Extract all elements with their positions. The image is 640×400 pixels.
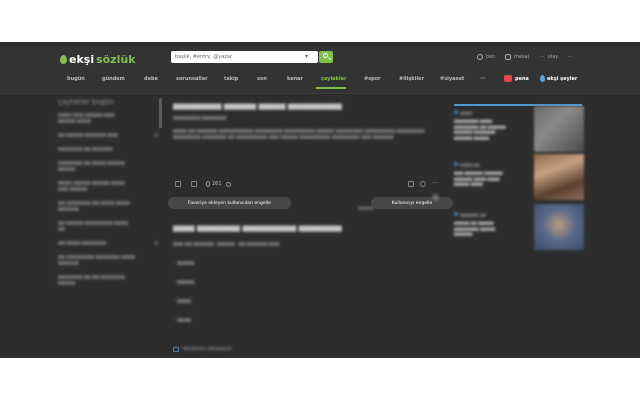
- user-menu-ben[interactable]: ben: [477, 54, 495, 60]
- user-menu-label: mesaj: [514, 54, 530, 60]
- promo-thumbnail[interactable]: [534, 154, 584, 200]
- pena-link[interactable]: pena: [504, 75, 529, 82]
- tab-sorunsallar[interactable]: sorunsallar: [176, 76, 208, 82]
- site-logo[interactable]: ekşi sözlük: [60, 53, 136, 66]
- entry-text: ▆▆▆▆ ▆▆ ▆▆▆▆▆▆ ▆▆▆▆▆▆▆▆▆▆ ▆▆▆▆▆▆▆▆ ▆▆▆▆▆…: [173, 128, 425, 141]
- favorite-button[interactable]: 261: [206, 181, 231, 187]
- pena-icon: [504, 75, 512, 82]
- sidebar-topic-list: çaylaklar bugün ▆▆▆▆ ▆▆▆ ▆▆▆▆▆ ▆▆▆ ▆▆▆▆▆ …: [58, 98, 158, 295]
- list-item[interactable]: ▆▆▆▆ ▆▆▆ ▆▆▆▆▆ ▆▆▆ ▆▆▆▆▆ ▆▆▆▆: [58, 113, 158, 125]
- avatar[interactable]: [432, 194, 439, 201]
- tab-more[interactable]: ···: [480, 76, 486, 82]
- more-options-icon[interactable]: ···: [432, 181, 438, 187]
- message-icon: [505, 54, 511, 60]
- chevron-down-icon[interactable]: ▾: [305, 53, 308, 60]
- list-item[interactable]: ▆▆ ▆▆▆▆▆▆▆ ▆▆ ▆▆▆▆ ▆▆▆▆ ▆▆▆▆▆▆: [58, 201, 158, 213]
- list-item[interactable]: ▆▆▆▆▆▆▆ ▆▆ ▆▆ ▆▆▆▆▆▆▆ ▆▆▆▆▆: [58, 275, 158, 287]
- tab-bugun[interactable]: bugün: [67, 76, 85, 82]
- search-button[interactable]: [319, 51, 333, 63]
- active-tab-underline: [316, 87, 346, 89]
- drop-outline-icon: [206, 181, 210, 187]
- list-item[interactable]: ▆▆ ▆▆▆▆ ▆▆▆▆▆▆▆ ▆: [58, 241, 158, 247]
- tab-iliskiler[interactable]: #ilişkiler: [399, 76, 424, 82]
- cancel-circle-icon: [225, 181, 231, 187]
- entry-text: • ▆▆▆▆▆: [173, 261, 195, 266]
- read-more-link[interactable]: devamını okuyayım: [173, 346, 232, 352]
- tab-gundem[interactable]: gündem: [102, 76, 125, 82]
- entry-topic-title[interactable]: ▆▆▆▆ ▆▆▆▆▆▆▆▆ ▆▆▆▆▆▆▆▆▆▆ ▆▆▆▆▆▆▆▆: [173, 224, 453, 232]
- more-dots-icon: ···: [568, 54, 573, 60]
- clock-icon[interactable]: [420, 181, 426, 187]
- search-box: ▾: [171, 51, 318, 63]
- entry-content: ▆▆▆▆▆▆▆▆▆ ▆▆▆▆▆▆ ▆▆▆▆▆ ▆▆▆▆▆▆▆▆▆▆ ▆▆▆▆▆▆…: [173, 102, 453, 148]
- list-item[interactable]: ▆▆▆▆▆▆▆ ▆▆ ▆▆▆▆ ▆▆▆▆▆ ▆▆▆▆▆: [58, 161, 158, 173]
- promo-item[interactable]: ▆▆▆▆ ▆▆ ▆▆▆ ▆▆▆▆▆▆ ▆▆▆▆▆▆ ▆▆▆▆▆▆ ▆▆▆▆ ▆▆▆…: [454, 162, 534, 187]
- eksiseyler-drop-icon: [540, 75, 545, 82]
- dots-icon: ···: [540, 54, 545, 60]
- promo-item[interactable]: ▆▆▆▆▆▆ ▆▆ ▆▆▆▆▆ ▆▆ ▆▆▆▆▆ ▆▆▆▆▆▆▆▆ ▆▆▆▆▆ ▆▆…: [454, 212, 534, 237]
- favorite-count: 261: [212, 181, 222, 187]
- entry-meta: ▆▆▆▆▆▆▆▆ ▆▆▆▆▆▆▆: [173, 116, 227, 121]
- promo-item[interactable]: ▆▆▆▆ ▆▆▆▆▆▆▆▆ ▆▆▆▆ ▆▆▆▆▆▆▆▆ ▆▆ ▆▆▆▆▆▆ ▆▆▆▆…: [454, 110, 534, 140]
- logo-text-right: sözlük: [96, 53, 136, 66]
- entry-content-2: ▆▆▆▆ ▆▆▆▆▆▆▆▆ ▆▆▆▆▆▆▆▆▆▆ ▆▆▆▆▆▆▆▆ ▆▆▆ ▆▆…: [173, 224, 453, 337]
- entry-topic-title[interactable]: ▆▆▆▆▆▆▆▆▆ ▆▆▆▆▆▆ ▆▆▆▆▆ ▆▆▆▆▆▆▆▆▆▆: [173, 102, 453, 110]
- list-item[interactable]: ▆▆ ▆▆▆▆▆ ▆▆▆▆▆▆ ▆▆▆ ▆: [58, 133, 158, 139]
- more-menu[interactable]: ···: [568, 54, 573, 60]
- read-more-label: devamını okuyayım: [183, 346, 232, 352]
- entry-text: ▆▆▆ ▆▆ ▆▆▆▆▆▆ "▆▆▆▆▆" ▆▆ ▆▆▆▆▆▆ ▆▆▆: [173, 242, 280, 247]
- sidebar-title: çaylaklar bugün: [58, 98, 115, 106]
- list-item[interactable]: ▆▆▆▆ ▆▆▆▆▆ ▆▆▆▆▆ ▆▆▆▆ ▆▆▆ ▆▆▆▆▆: [58, 181, 158, 193]
- list-item[interactable]: ▆▆ ▆▆▆▆▆ ▆▆▆▆▆▆▆▆ ▆▆▆▆ ▆▆: [58, 221, 158, 233]
- user-menu-olay[interactable]: ··· olay: [540, 54, 558, 60]
- tab-kenar[interactable]: kenar: [287, 76, 303, 82]
- tab-siyaset[interactable]: #siyaset: [440, 76, 464, 82]
- pena-label: pena: [515, 75, 529, 82]
- entry-toolbar: 261 ···: [173, 180, 443, 190]
- sidebar-scrollbar[interactable]: [159, 98, 162, 128]
- bookmark-icon[interactable]: [191, 181, 197, 187]
- user-menu-label: ben: [486, 54, 496, 60]
- logo-text-left: ekşi: [69, 53, 95, 66]
- block-favoriters-button[interactable]: Favoriye ekleyen kullanıcıları engelle: [168, 197, 291, 209]
- share-icon[interactable]: [175, 181, 181, 187]
- search-input[interactable]: [171, 51, 301, 63]
- expand-icon: [173, 346, 179, 352]
- user-menu-mesaj[interactable]: mesaj: [505, 54, 529, 60]
- eksiseyler-label: ekşi şeyler: [547, 75, 578, 82]
- browser-viewport: ekşisözlük ▾ ben mesaj ··· olay ··· bugü…: [0, 42, 640, 358]
- tab-debe[interactable]: debe: [144, 76, 158, 82]
- entry-text: • ▆▆▆▆: [173, 318, 191, 323]
- tab-takip[interactable]: takip: [224, 76, 238, 82]
- tab-spor[interactable]: #spor: [364, 76, 381, 82]
- site-header: ekşisözlük ▾ ben mesaj ··· olay ··· bugü…: [0, 46, 640, 94]
- eksiseyler-link[interactable]: ekşi şeyler: [540, 75, 577, 82]
- search-icon: [323, 53, 328, 58]
- user-menu-label: olay: [547, 54, 559, 60]
- mute-icon[interactable]: [408, 181, 414, 187]
- tab-son[interactable]: son: [257, 76, 267, 82]
- drop-icon: [60, 55, 67, 64]
- entry-actions: ···: [408, 181, 438, 187]
- list-item[interactable]: ▆▆▆▆▆▆▆ ▆▆ ▆▆▆▆▆▆: [58, 147, 158, 153]
- list-item[interactable]: ▆▆ ▆▆▆▆▆▆▆▆ ▆▆▆▆▆▆▆ ▆▆▆▆ ▆▆▆▆▆▆: [58, 255, 158, 267]
- entry-text: • ▆▆▆▆: [173, 299, 191, 304]
- promo-thumbnail[interactable]: [534, 106, 584, 152]
- user-icon: [477, 54, 483, 60]
- entry-text: • ▆▆▆▆▆: [173, 280, 195, 285]
- tab-caylaklar[interactable]: çaylaklar: [321, 76, 346, 82]
- block-user-button[interactable]: Kullanıcıyı engelle: [371, 197, 453, 209]
- promo-thumbnail[interactable]: [534, 204, 584, 250]
